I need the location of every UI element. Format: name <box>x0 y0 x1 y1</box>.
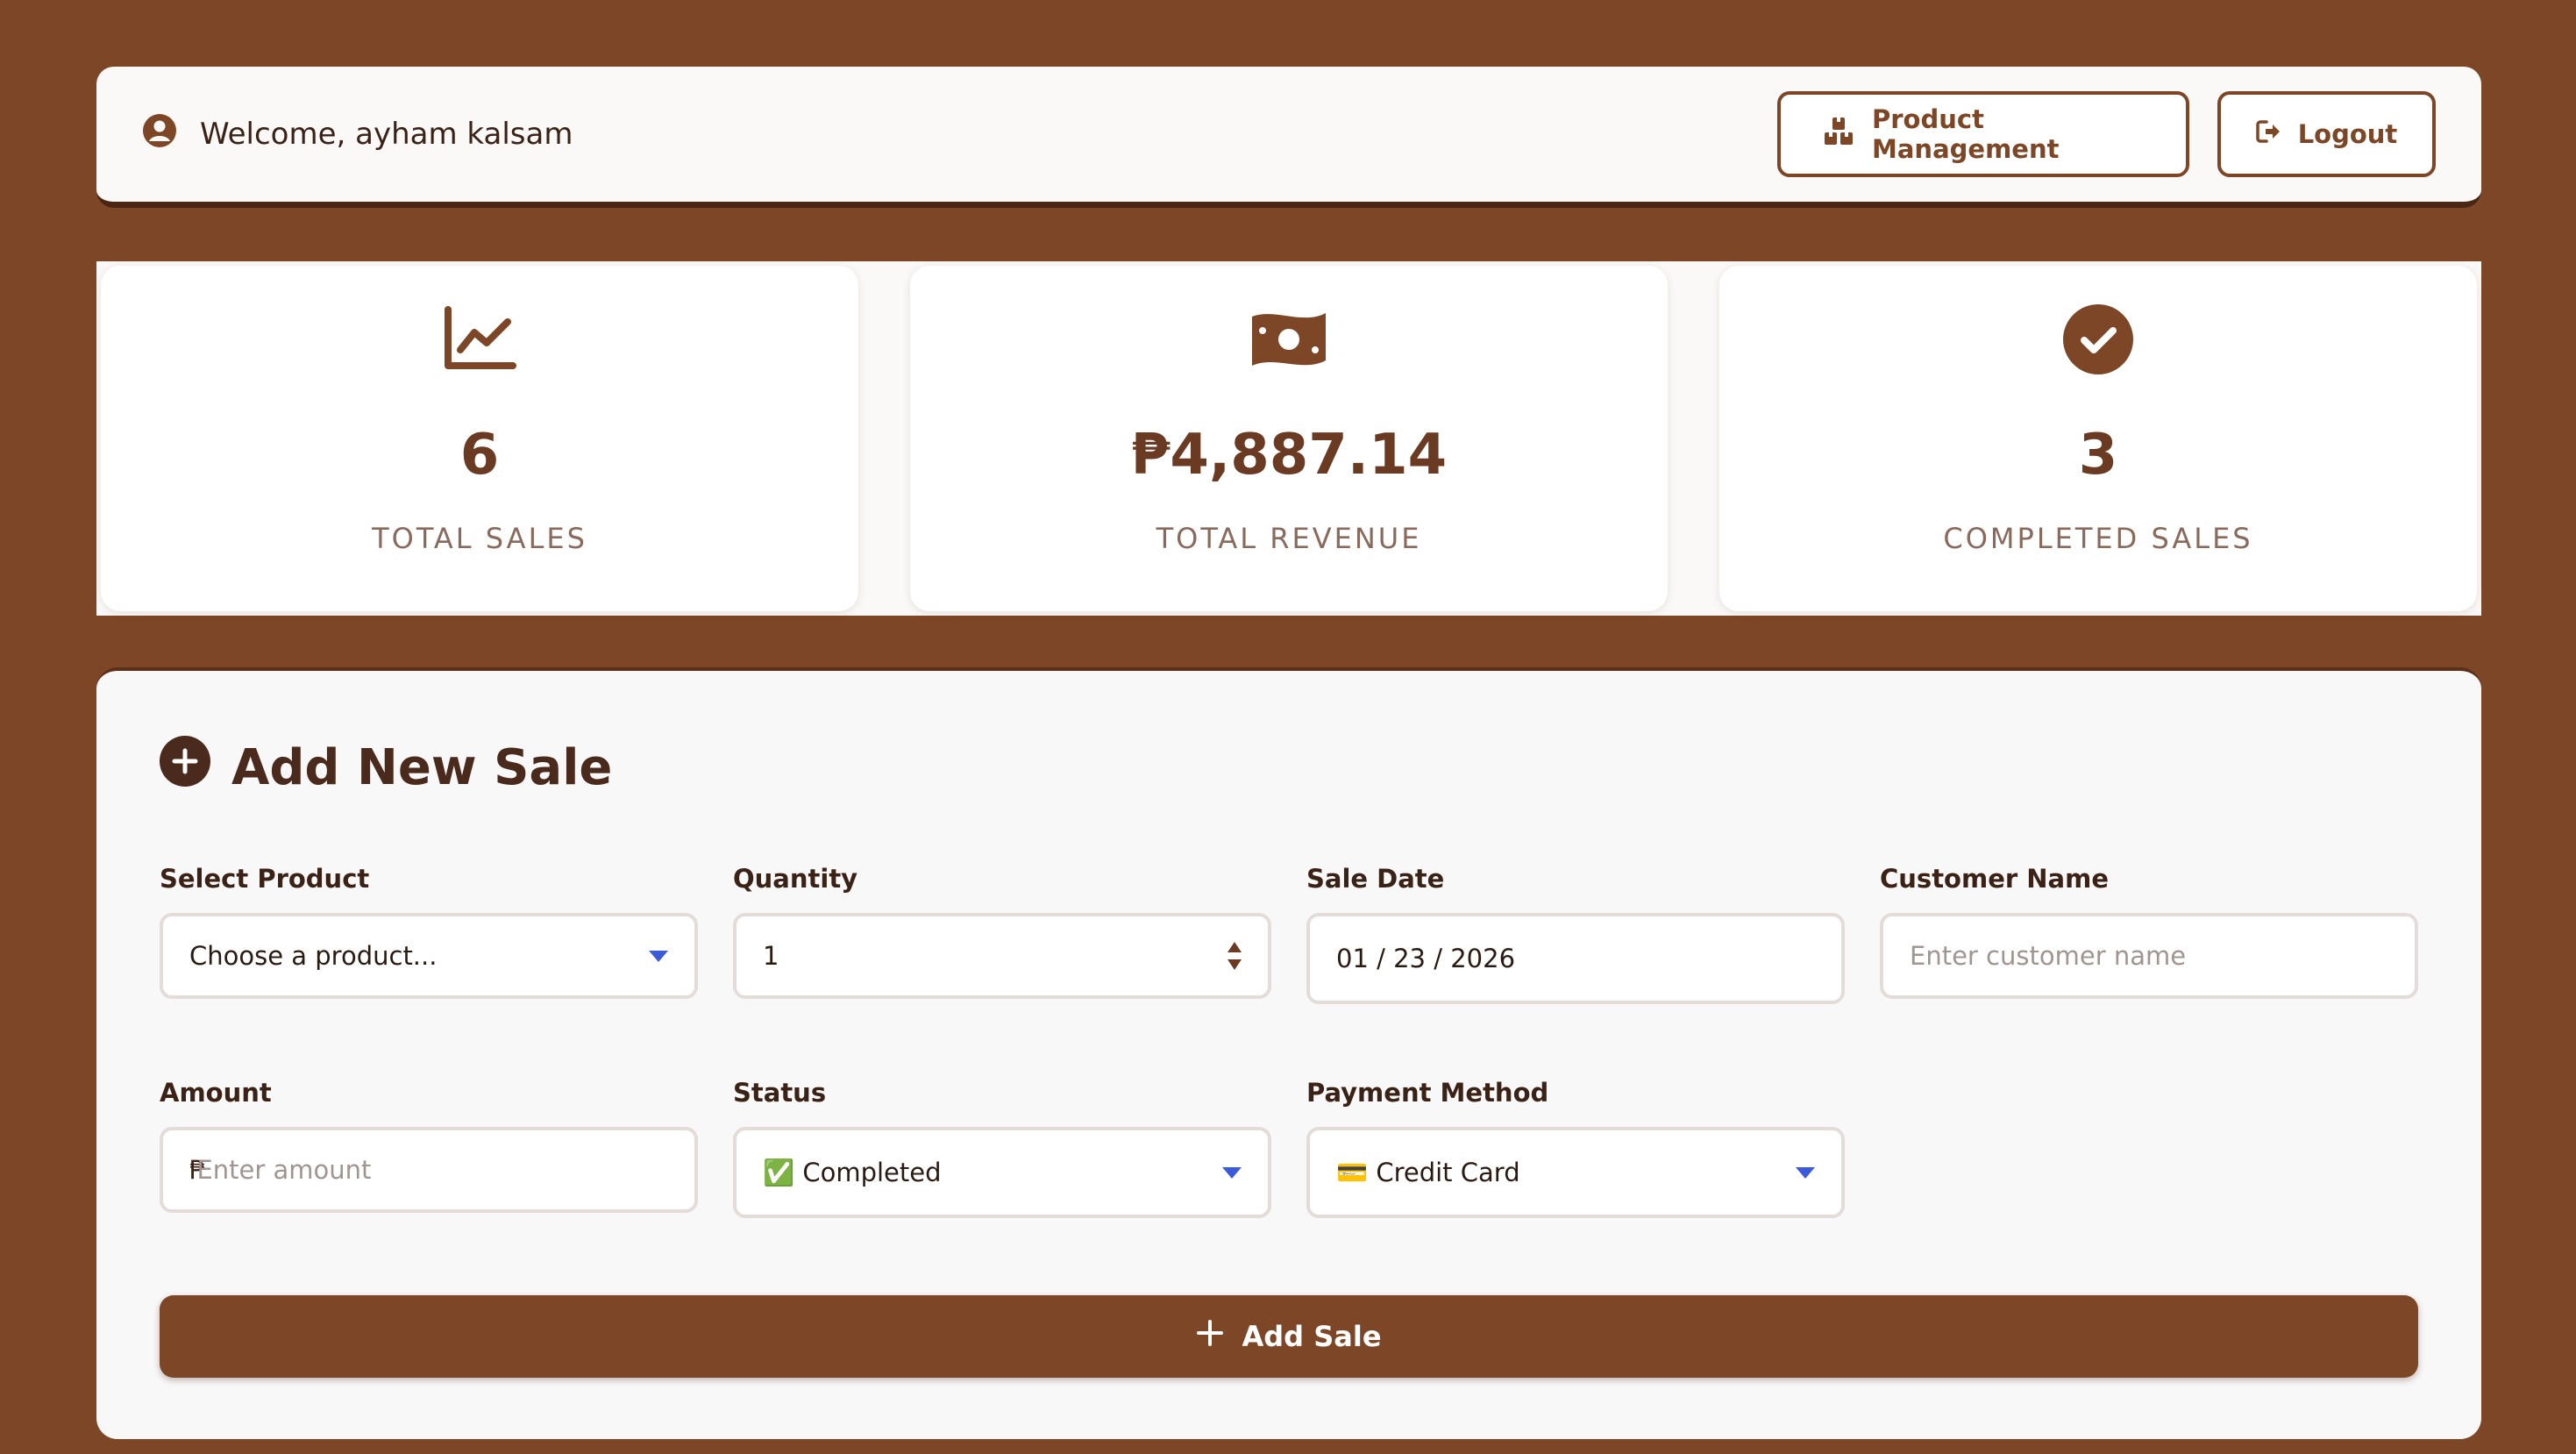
status-select[interactable]: ✅ Completed <box>733 1127 1271 1218</box>
product-select-value: Choose a product... <box>189 941 438 971</box>
amount-label: Amount <box>160 1078 272 1108</box>
spinner-arrows-icon[interactable] <box>1228 942 1242 970</box>
add-sale-form: Add New Sale Select Product Choose a pro… <box>96 667 2481 1439</box>
plus-circle-icon <box>160 736 210 799</box>
amount-input[interactable]: ₱ Enter amount <box>160 1127 698 1213</box>
chevron-down-icon <box>1796 1166 1815 1179</box>
status-select-value: ✅ Completed <box>763 1157 942 1187</box>
quantity-value: 1 <box>763 941 779 971</box>
customer-name-input[interactable]: Enter customer name <box>1880 913 2418 999</box>
welcome-section: Welcome, ayham kalsam <box>142 113 573 156</box>
payment-method-value: 💳 Credit Card <box>1336 1157 1520 1187</box>
amount-placeholder: Enter amount <box>196 1155 372 1185</box>
logout-icon <box>2255 119 2282 150</box>
logout-button[interactable]: Logout <box>2217 91 2436 177</box>
check-circle-icon <box>2063 304 2133 374</box>
sale-date-label: Sale Date <box>1306 864 1445 894</box>
header-bar: Welcome, ayham kalsam Product Management… <box>96 67 2481 208</box>
chevron-down-icon <box>1222 1166 1242 1179</box>
stat-label: TOTAL SALES <box>372 522 587 555</box>
quantity-label: Quantity <box>733 864 858 894</box>
stat-card-total-sales: 6 TOTAL SALES <box>101 266 858 611</box>
boxes-icon <box>1823 116 1856 153</box>
stats-section: 6 TOTAL SALES ₱4,887.14 TOTAL REVENUE 3 … <box>96 261 2481 616</box>
chart-line-icon <box>443 306 516 373</box>
money-bill-icon <box>1249 306 1329 373</box>
quantity-stepper[interactable]: 1 <box>733 913 1271 999</box>
stat-card-completed-sales: 3 COMPLETED SALES <box>1719 266 2477 611</box>
sale-date-value: 01 / 23 / 2026 <box>1336 944 1516 973</box>
payment-method-label: Payment Method <box>1306 1078 1549 1108</box>
add-sale-label: Add Sale <box>1242 1320 1382 1353</box>
add-sale-button[interactable]: Add Sale <box>160 1295 2418 1378</box>
logout-label: Logout <box>2297 119 2398 149</box>
status-label: Status <box>733 1078 827 1108</box>
stat-card-total-revenue: ₱4,887.14 TOTAL REVENUE <box>910 266 1668 611</box>
chevron-down-icon <box>649 950 668 962</box>
form-title: Add New Sale <box>160 736 612 799</box>
form-title-text: Add New Sale <box>231 738 613 796</box>
welcome-text: Welcome, ayham kalsam <box>200 117 573 152</box>
product-select[interactable]: Choose a product... <box>160 913 698 999</box>
customer-name-label: Customer Name <box>1880 864 2109 894</box>
product-management-button[interactable]: Product Management <box>1777 91 2189 177</box>
payment-method-select[interactable]: 💳 Credit Card <box>1306 1127 1845 1218</box>
select-product-label: Select Product <box>160 864 370 894</box>
sale-date-input[interactable]: 01 / 23 / 2026 <box>1306 913 1845 1004</box>
product-management-label: Product Management <box>1872 104 2060 164</box>
stat-value: 6 <box>459 423 500 488</box>
stat-value: ₱4,887.14 <box>1130 423 1448 488</box>
customer-name-placeholder: Enter customer name <box>1910 941 2187 971</box>
user-circle-icon <box>142 113 177 156</box>
plus-icon <box>1196 1319 1224 1354</box>
stat-label: COMPLETED SALES <box>1943 522 2253 555</box>
stat-label: TOTAL REVENUE <box>1156 522 1422 555</box>
stat-value: 3 <box>2078 423 2118 488</box>
